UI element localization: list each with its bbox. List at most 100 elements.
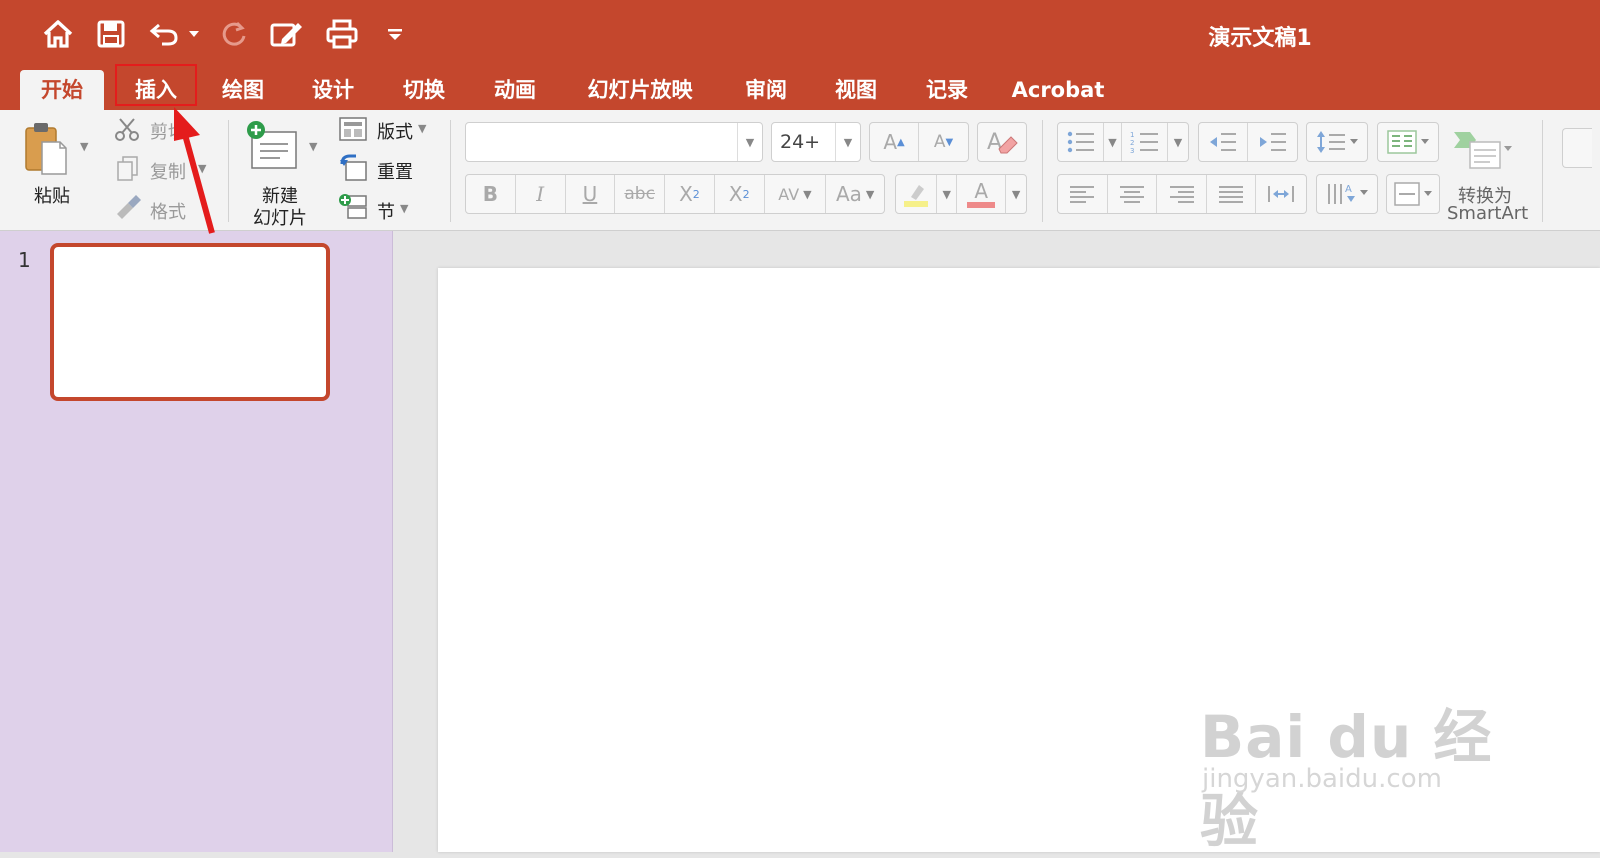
list-group: ▼ 123 ▼ (1057, 122, 1189, 162)
highlight-icon[interactable] (896, 175, 938, 213)
print-icon[interactable] (324, 14, 360, 54)
character-spacing-button[interactable]: AV ▼ (765, 175, 827, 213)
font-size-select[interactable]: 24+ ▼ (771, 122, 861, 162)
undo-icon[interactable] (148, 14, 180, 54)
title-bar: 演示文稿1 开始 插入 绘图 设计 切换 动画 幻灯片放映 审阅 视图 记录 A… (0, 0, 1600, 110)
font-size-dropdown-icon[interactable]: ▼ (835, 123, 860, 161)
font-name-dropdown-icon[interactable]: ▼ (737, 123, 762, 161)
ribbon-separator (1542, 120, 1543, 222)
font-color-dropdown-icon[interactable]: ▼ (1006, 175, 1026, 213)
section-button[interactable]: 节 (377, 198, 395, 224)
redo-icon[interactable] (218, 14, 250, 54)
section-dropdown-icon[interactable]: ▼ (400, 202, 408, 215)
slide-number: 1 (18, 248, 31, 272)
tab-animations[interactable]: 动画 (477, 70, 553, 110)
new-slide-dropdown-icon[interactable]: ▼ (309, 140, 317, 153)
cut-icon[interactable] (114, 116, 140, 142)
tab-draw[interactable]: 绘图 (205, 70, 281, 110)
baidu-watermark: Bai du 经验 jingyan.baidu.com (1200, 690, 1500, 855)
subscript-button[interactable]: X2 (715, 175, 765, 213)
align-right-icon[interactable] (1157, 175, 1207, 213)
paste-button-label[interactable]: 粘贴 (34, 182, 70, 208)
bullets-icon[interactable] (1058, 123, 1104, 161)
reset-icon[interactable] (338, 154, 368, 182)
bold-button[interactable]: B (466, 175, 516, 213)
red-arrow-annotation (174, 107, 215, 234)
copy-icon[interactable] (116, 156, 140, 182)
align-left-icon[interactable] (1058, 175, 1108, 213)
ribbon-separator (1042, 120, 1043, 222)
align-text-icon[interactable] (1386, 174, 1440, 214)
convert-smartart-line2[interactable]: SmartArt (1447, 203, 1528, 224)
tab-transitions[interactable]: 切换 (386, 70, 462, 110)
color-group: ▼ A ▼ (895, 174, 1027, 214)
align-center-icon[interactable] (1108, 175, 1158, 213)
font-name-select[interactable]: ▼ (465, 122, 763, 162)
layout-dropdown-icon[interactable]: ▼ (418, 122, 426, 135)
indent-group (1198, 122, 1298, 162)
tab-slideshow[interactable]: 幻灯片放映 (578, 70, 702, 110)
superscript-label: X (679, 182, 693, 206)
save-icon[interactable] (95, 14, 127, 54)
svg-text:3: 3 (1130, 147, 1134, 154)
ribbon-separator (228, 120, 229, 222)
grow-font-button[interactable]: A ▲ (870, 123, 920, 161)
tab-view[interactable]: 视图 (818, 70, 894, 110)
tab-review[interactable]: 审阅 (728, 70, 804, 110)
columns-icon[interactable] (1377, 122, 1439, 162)
decrease-indent-icon[interactable] (1199, 123, 1249, 161)
svg-text:A: A (1345, 184, 1352, 195)
shrink-font-button[interactable]: A ▼ (919, 123, 968, 161)
svg-text:1: 1 (1130, 131, 1134, 139)
character-spacing-label: AV (778, 184, 800, 204)
numbering-icon[interactable]: 123 (1122, 123, 1168, 161)
overflow-ribbon-button[interactable] (1562, 128, 1592, 168)
distribute-icon[interactable] (1256, 175, 1306, 213)
undo-dropdown-icon[interactable] (186, 14, 202, 54)
font-color-button[interactable]: A (957, 175, 1007, 213)
reset-button[interactable]: 重置 (377, 158, 413, 184)
italic-button[interactable]: I (516, 175, 566, 213)
bullets-dropdown-icon[interactable]: ▼ (1104, 123, 1122, 161)
svg-text:2: 2 (1130, 139, 1134, 147)
grow-font-label: A (883, 130, 897, 154)
change-case-button[interactable]: Aa ▼ (826, 175, 884, 213)
underline-button[interactable]: U (566, 175, 616, 213)
smartart-icon[interactable] (1452, 128, 1512, 170)
insert-tab-highlight-box (115, 64, 197, 106)
document-title: 演示文稿1 (1208, 26, 1312, 51)
tab-home[interactable]: 开始 (20, 70, 104, 110)
shrink-font-label: A (933, 132, 946, 152)
edit-icon[interactable] (268, 14, 306, 54)
justify-icon[interactable] (1207, 175, 1257, 213)
font-size-value: 24+ (780, 131, 821, 153)
numbering-dropdown-icon[interactable]: ▼ (1168, 123, 1188, 161)
tab-acrobat[interactable]: Acrobat (1008, 70, 1108, 110)
increase-indent-icon[interactable] (1248, 123, 1297, 161)
section-icon[interactable] (338, 192, 368, 220)
layout-icon[interactable] (338, 116, 368, 142)
clear-formatting-icon[interactable]: A (977, 122, 1027, 162)
alignment-group (1057, 174, 1307, 214)
format-painter-icon[interactable] (114, 194, 142, 220)
superscript-button[interactable]: X2 (665, 175, 715, 213)
font-color-label: A (974, 179, 989, 203)
home-icon[interactable] (40, 14, 76, 54)
new-slide-label-line2[interactable]: 幻灯片 (253, 204, 307, 230)
line-spacing-icon[interactable] (1306, 122, 1368, 162)
slide-thumbnail[interactable] (50, 243, 330, 401)
strikethrough-button[interactable]: abc (615, 175, 666, 213)
paste-dropdown-icon[interactable]: ▼ (80, 140, 88, 153)
text-format-group: B I U abc X2 X2 AV ▼ Aa ▼ (465, 174, 885, 214)
font-size-adjust-group: A ▲ A ▼ (869, 122, 969, 162)
layout-button[interactable]: 版式 (377, 118, 413, 144)
text-direction-icon[interactable]: A (1316, 174, 1378, 214)
new-slide-icon[interactable] (244, 118, 300, 174)
tab-record[interactable]: 记录 (909, 70, 985, 110)
watermark-url: jingyan.baidu.com (1202, 764, 1442, 794)
customize-toolbar-icon[interactable] (384, 14, 406, 54)
paste-icon[interactable] (22, 120, 68, 178)
tab-design[interactable]: 设计 (295, 70, 371, 110)
ribbon: ▼ 粘贴 剪切 复制 ▼ 格式 ▼ 新建 幻灯片 版式 ▼ 重置 节 ▼ ▼ 2… (0, 110, 1600, 231)
highlight-dropdown-icon[interactable]: ▼ (937, 175, 958, 213)
